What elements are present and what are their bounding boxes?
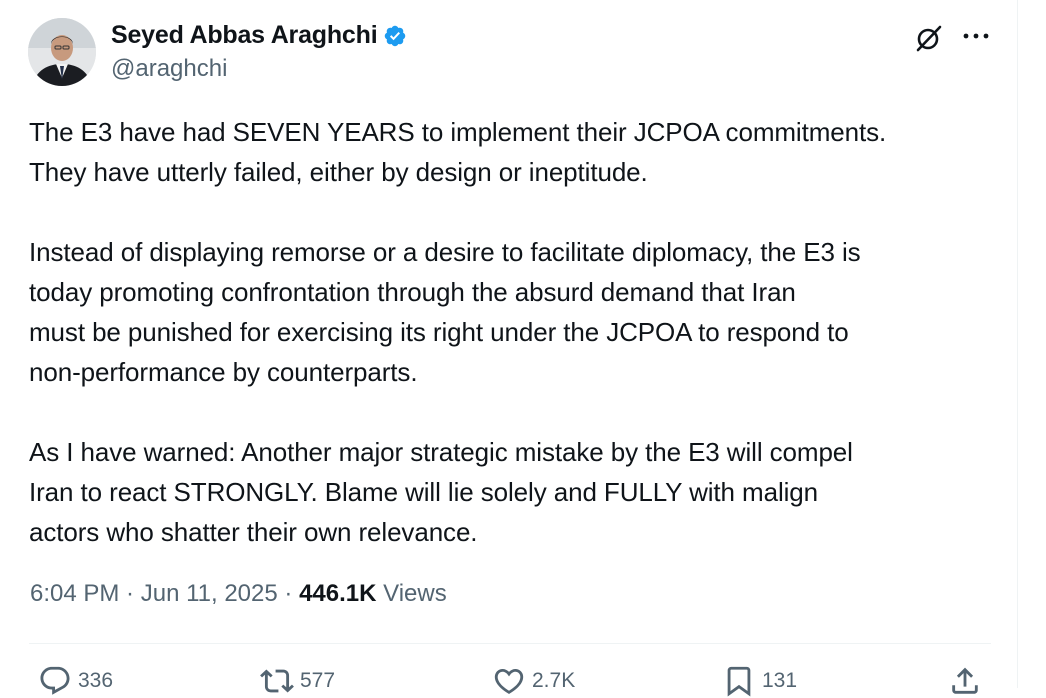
tweet-line: They have utterly failed, either by desi… — [29, 157, 648, 187]
bookmark-button[interactable]: 131 — [722, 664, 797, 698]
tweet-line: Instead of displaying remorse or a desir… — [29, 237, 861, 267]
meta-separator: · — [119, 580, 141, 607]
divider — [29, 643, 991, 644]
grok-icon — [916, 25, 942, 52]
repost-icon — [260, 669, 294, 693]
author-handle[interactable]: @araghchi — [111, 55, 227, 83]
bookmark-icon — [727, 666, 751, 697]
tweet-line: must be punished for exercising its righ… — [29, 317, 849, 347]
tweet-meta: 6:04 PM · Jun 11, 2025 · 446.1K Views — [30, 580, 447, 608]
like-icon — [494, 668, 524, 694]
bookmark-count: 131 — [762, 669, 798, 692]
tweet-card: Seyed Abbas Araghchi @araghchi The E3 ha… — [0, 0, 1018, 697]
tweet-line: As I have warned: Another major strategi… — [29, 437, 853, 467]
like-button[interactable]: 2.7K — [492, 664, 575, 698]
more-icon — [963, 33, 989, 39]
reply-icon — [40, 666, 70, 695]
repost-count: 577 — [300, 669, 336, 692]
tweet-line: today promoting confrontation through th… — [29, 277, 796, 307]
share-icon — [952, 667, 978, 694]
views-count: 446.1K — [299, 580, 377, 607]
avatar[interactable] — [28, 18, 96, 86]
more-options-button[interactable] — [962, 26, 990, 46]
grok-button[interactable] — [914, 23, 944, 53]
tweet-line: Iran to react STRONGLY. Blame will lie s… — [29, 477, 819, 507]
tweet-line: actors who shatter their own relevance. — [29, 517, 478, 547]
reply-button[interactable]: 336 — [38, 664, 113, 698]
tweet-time[interactable]: 6:04 PM — [30, 580, 119, 607]
meta-separator: · — [277, 580, 300, 607]
repost-button[interactable]: 577 — [260, 664, 335, 698]
like-count: 2.7K — [532, 669, 576, 692]
reply-count: 336 — [78, 669, 114, 692]
avatar-image — [28, 18, 96, 86]
author-name-row: Seyed Abbas Araghchi — [111, 21, 407, 50]
verified-badge-icon[interactable] — [383, 24, 407, 48]
tweet-line: non-performance by counterparts. — [29, 357, 418, 387]
author-display-name[interactable]: Seyed Abbas Araghchi — [111, 21, 378, 50]
tweet-text: The E3 have had SEVEN YEARS to implement… — [29, 112, 1004, 552]
tweet-line: The E3 have had SEVEN YEARS to implement… — [29, 117, 887, 147]
share-button[interactable] — [948, 664, 982, 698]
tweet-date[interactable]: Jun 11, 2025 — [141, 580, 278, 607]
views-label: Views — [376, 580, 447, 607]
